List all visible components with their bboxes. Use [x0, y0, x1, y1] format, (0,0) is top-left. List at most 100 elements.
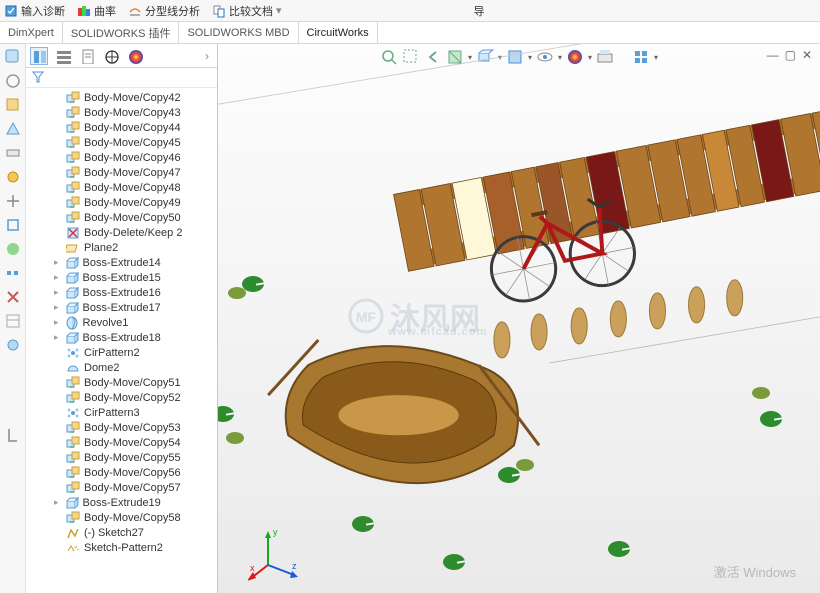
rail-icon[interactable]	[4, 168, 22, 186]
tree-item-label: CirPattern2	[84, 347, 140, 359]
feature-tree-panel: › Body-Move/Copy42Body-Move/Copy43Body-M…	[26, 44, 218, 593]
tree-item-label: Body-Move/Copy49	[84, 197, 181, 209]
rail-icon[interactable]	[4, 48, 22, 66]
diag-icon	[4, 4, 18, 18]
tree-item[interactable]: Body-Move/Copy51	[26, 375, 217, 390]
tree-filter[interactable]	[26, 68, 217, 88]
tree-item[interactable]: Boss-Extrude17	[26, 300, 217, 315]
tree-item-label: Revolve1	[83, 317, 129, 329]
tree-item[interactable]: Boss-Extrude14	[26, 255, 217, 270]
viewport[interactable]: ▾ ▾ ▾ ▾ ▾ ▾ — ▢ ✕	[218, 44, 820, 593]
tree-item-label: Sketch-Pattern2	[84, 542, 163, 554]
feature-tree[interactable]: Body-Move/Copy42Body-Move/Copy43Body-Mov…	[26, 88, 217, 593]
tree-item[interactable]: Body-Move/Copy54	[26, 435, 217, 450]
tree-item[interactable]: Body-Move/Copy42	[26, 90, 217, 105]
rail-icon[interactable]	[4, 96, 22, 114]
funnel-icon	[32, 71, 44, 83]
tree-item[interactable]: Body-Move/Copy52	[26, 390, 217, 405]
rail-icon[interactable]	[4, 192, 22, 210]
tab-circuitworks[interactable]: CircuitWorks	[299, 22, 378, 43]
tree-item[interactable]: Body-Move/Copy50	[26, 210, 217, 225]
feature-icon	[66, 376, 80, 390]
tree-item[interactable]: Body-Move/Copy55	[26, 450, 217, 465]
tree-item[interactable]: Revolve1	[26, 315, 217, 330]
view-triad[interactable]: y x z	[248, 523, 308, 583]
feature-icon	[66, 391, 80, 405]
tree-item[interactable]: Body-Move/Copy56	[26, 465, 217, 480]
tree-item[interactable]: Boss-Extrude15	[26, 270, 217, 285]
tree-item[interactable]: Boss-Extrude18	[26, 330, 217, 345]
tree-item[interactable]: Dome2	[26, 360, 217, 375]
tree-item[interactable]: Body-Move/Copy46	[26, 150, 217, 165]
feature-icon	[65, 331, 79, 345]
tree-item-label: Body-Move/Copy57	[84, 482, 181, 494]
rail-icon[interactable]	[4, 336, 22, 354]
frog	[516, 459, 534, 471]
tab-solidworks-mbd[interactable]: SOLIDWORKS MBD	[179, 22, 298, 43]
rail-icon[interactable]	[4, 120, 22, 138]
tree-item[interactable]: CirPattern3	[26, 405, 217, 420]
frog	[228, 287, 246, 299]
feature-icon	[65, 271, 79, 285]
tree-item[interactable]: Body-Move/Copy43	[26, 105, 217, 120]
tree-item-label: (-) Sketch27	[84, 527, 144, 539]
feature-icon	[66, 136, 80, 150]
tree-item-label: Boss-Extrude15	[83, 272, 161, 284]
tree-item[interactable]: Body-Move/Copy49	[26, 195, 217, 210]
tree-item[interactable]: CirPattern2	[26, 345, 217, 360]
tree-item-label: Body-Move/Copy48	[84, 182, 181, 194]
tree-item-label: Body-Move/Copy54	[84, 437, 181, 449]
tree-item[interactable]: Plane2	[26, 240, 217, 255]
tool-parting-analysis[interactable]: 分型线分析	[128, 3, 200, 19]
tree-tab-dim-icon[interactable]	[102, 47, 120, 65]
feature-icon	[66, 406, 80, 420]
tree-item[interactable]: Body-Move/Copy44	[26, 120, 217, 135]
feature-icon	[66, 421, 80, 435]
tool-curvature[interactable]: 曲率	[77, 3, 116, 19]
tree-tab-config-icon[interactable]	[78, 47, 96, 65]
tree-tabs-overflow[interactable]: ›	[201, 49, 213, 63]
tree-item-label: Dome2	[84, 362, 119, 374]
tree-item[interactable]: Boss-Extrude19	[26, 495, 217, 510]
rail-icon[interactable]	[4, 216, 22, 234]
rail-icon[interactable]	[4, 240, 22, 258]
tree-item[interactable]: Body-Move/Copy48	[26, 180, 217, 195]
tool-input-diag[interactable]: 输入诊断	[4, 3, 65, 19]
curvature-icon	[77, 4, 91, 18]
svg-text:y: y	[273, 527, 278, 537]
frog	[752, 387, 770, 399]
tree-item[interactable]: Boss-Extrude16	[26, 285, 217, 300]
tree-item-label: Boss-Extrude19	[83, 497, 161, 509]
tree-tab-property-icon[interactable]	[54, 47, 72, 65]
tool-compare-docs[interactable]: 比较文档▾	[212, 3, 282, 19]
feature-icon	[66, 451, 80, 465]
feature-icon	[66, 241, 80, 255]
tree-item[interactable]: Body-Move/Copy57	[26, 480, 217, 495]
tree-item[interactable]: (-) Sketch27	[26, 525, 217, 540]
rail-icon[interactable]	[4, 264, 22, 282]
rail-icon[interactable]	[4, 144, 22, 162]
rail-icon[interactable]	[4, 312, 22, 330]
tree-item[interactable]: Sketch-Pattern2	[26, 540, 217, 555]
feature-icon	[65, 316, 79, 330]
tree-item-label: Body-Move/Copy56	[84, 467, 181, 479]
tree-item[interactable]: Body-Move/Copy47	[26, 165, 217, 180]
tab-dimxpert[interactable]: DimXpert	[0, 22, 63, 43]
parting-icon	[128, 4, 142, 18]
tree-item-label: Boss-Extrude14	[83, 257, 161, 269]
feature-icon	[66, 346, 80, 360]
rail-icon[interactable]	[4, 426, 22, 444]
svg-text:z: z	[292, 561, 297, 571]
rail-icon[interactable]	[4, 72, 22, 90]
tree-tab-appear-icon[interactable]	[126, 47, 144, 65]
tool-guide[interactable]: 导	[474, 3, 485, 19]
rail-icon[interactable]	[4, 288, 22, 306]
tree-item[interactable]: Body-Move/Copy53	[26, 420, 217, 435]
tab-solidworks-addins[interactable]: SOLIDWORKS 插件	[63, 22, 180, 43]
tree-item[interactable]: Body-Move/Copy45	[26, 135, 217, 150]
feature-icon	[66, 526, 80, 540]
left-rail	[0, 44, 26, 593]
tree-item[interactable]: Body-Delete/Keep 2	[26, 225, 217, 240]
tree-item[interactable]: Body-Move/Copy58	[26, 510, 217, 525]
tree-tab-feature-icon[interactable]	[30, 47, 48, 65]
